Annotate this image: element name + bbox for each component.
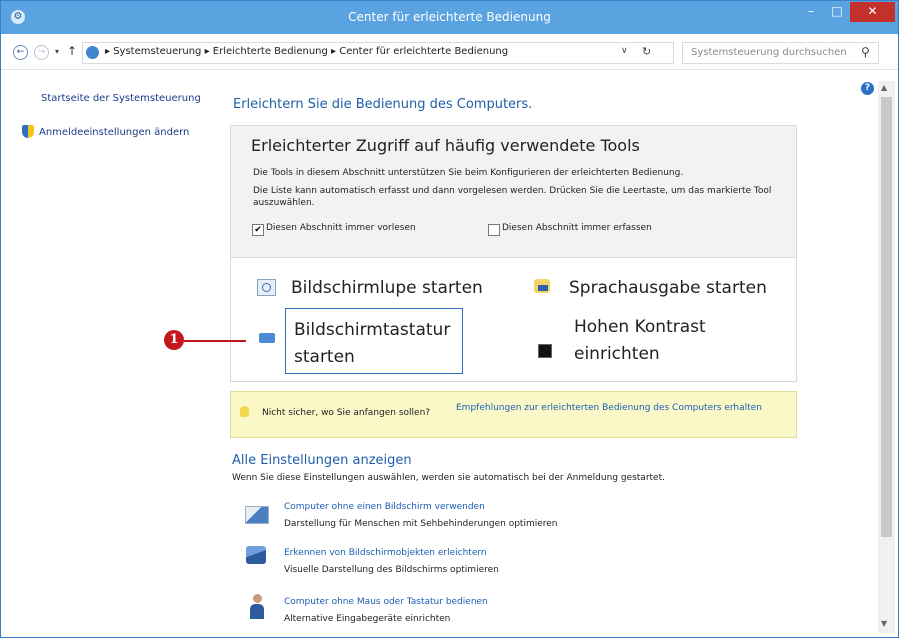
narrator-icon[interactable] [534,279,550,293]
recent-locations-icon[interactable]: ▾ [55,47,59,56]
setting-desc-visibility: Visuelle Darstellung des Bildschirms opt… [284,565,499,575]
always-read-checkbox[interactable]: ✔ [252,224,264,236]
scroll-down-icon[interactable]: ▼ [881,619,887,628]
user-icon[interactable] [250,594,264,620]
display-visibility-icon[interactable] [246,546,266,564]
quick-access-panel: Erleichterter Zugriff auf häufig verwend… [230,125,797,382]
start-on-screen-keyboard-button[interactable]: Bildschirmtastatur starten [285,308,463,374]
panel-title: Erleichterter Zugriff auf häufig verwend… [251,136,640,155]
shield-icon [22,125,34,138]
control-panel-globe-icon [86,46,99,59]
vertical-scrollbar[interactable]: ▲ ▼ [878,81,895,633]
lightbulb-icon [240,406,249,417]
always-scan-checkbox[interactable] [488,224,500,236]
close-button[interactable]: ✕ [850,2,895,22]
window-title: Center für erleichterte Bedienung [348,10,551,24]
always-read-label[interactable]: Diesen Abschnitt immer vorlesen [266,223,416,233]
address-bar: ← → ▾ ↑ ▸ Systemsteuerung ▸ Erleichterte… [1,34,898,70]
callout-number-badge: 1 [164,330,184,350]
magnifier-icon[interactable] [257,279,276,296]
back-button[interactable]: ← [13,45,28,60]
page-title: Erleichtern Sie die Bedienung des Comput… [233,97,533,112]
control-panel-window: ⚙ Center für erleichterte Bedienung – □ … [0,0,899,638]
start-narrator-link[interactable]: Sprachausgabe starten [569,278,767,298]
search-input[interactable]: Systemsteuerung durchsuchen ⚲ [682,42,879,64]
setting-desc-no-mouse-keyboard: Alternative Eingabegeräte einrichten [284,614,451,624]
breadcrumb-path[interactable]: ▸ Systemsteuerung ▸ Erleichterte Bedienu… [105,46,508,57]
callout-line [184,340,246,342]
scroll-thumb[interactable] [881,97,892,537]
search-icon[interactable]: ⚲ [861,45,870,59]
all-settings-description: Wenn Sie diese Einstellungen auswählen, … [232,473,665,483]
setting-link-no-display[interactable]: Computer ohne einen Bildschirm verwenden [284,502,485,512]
setting-link-no-mouse-keyboard[interactable]: Computer ohne Maus oder Tastatur bediene… [284,597,488,607]
setup-high-contrast-link[interactable]: Hohen Kontrast einrichten [574,314,784,368]
up-button[interactable]: ↑ [67,44,77,58]
title-bar: ⚙ Center für erleichterte Bedienung – □ … [1,1,898,34]
panel-header: Erleichterter Zugriff auf häufig verwend… [231,126,796,258]
refresh-icon[interactable]: ↻ [642,45,651,58]
setting-desc-no-display: Darstellung für Menschen mit Sehbehinder… [284,519,558,529]
minimize-button[interactable]: – [798,2,824,22]
forward-button[interactable]: → [34,45,49,60]
maximize-button[interactable]: □ [824,2,850,22]
setting-link-visibility[interactable]: Erkennen von Bildschirmobjekten erleicht… [284,548,487,558]
panel-description-1: Die Tools in diesem Abschnitt unterstütz… [253,168,684,178]
always-scan-label[interactable]: Diesen Abschnitt immer erfassen [502,223,652,233]
all-settings-heading: Alle Einstellungen anzeigen [232,453,412,468]
panel-description-2: Die Liste kann automatisch erfasst und d… [253,186,772,208]
recommendations-link[interactable]: Empfehlungen zur erleichterten Bedienung… [456,402,776,414]
left-nav-login-settings-link[interactable]: Anmeldeeinstellungen ändern [39,127,189,138]
breadcrumb[interactable]: ▸ Systemsteuerung ▸ Erleichterte Bedienu… [82,42,674,64]
on-screen-keyboard-icon[interactable] [259,333,275,343]
left-nav-home-link[interactable]: Startseite der Systemsteuerung [41,93,201,104]
hint-text: Nicht sicher, wo Sie anfangen sollen? [262,408,431,418]
start-magnifier-link[interactable]: Bildschirmlupe starten [291,278,483,298]
high-contrast-icon[interactable] [538,344,552,358]
search-placeholder: Systemsteuerung durchsuchen [691,47,847,58]
path-dropdown-icon[interactable]: ∨ [621,46,628,56]
start-on-screen-keyboard-label[interactable]: Bildschirmtastatur starten [294,317,459,371]
scroll-up-icon[interactable]: ▲ [881,83,887,92]
monitor-icon[interactable] [245,506,269,524]
hint-bar: Nicht sicher, wo Sie anfangen sollen? Em… [230,391,797,438]
help-icon[interactable]: ? [861,82,874,95]
